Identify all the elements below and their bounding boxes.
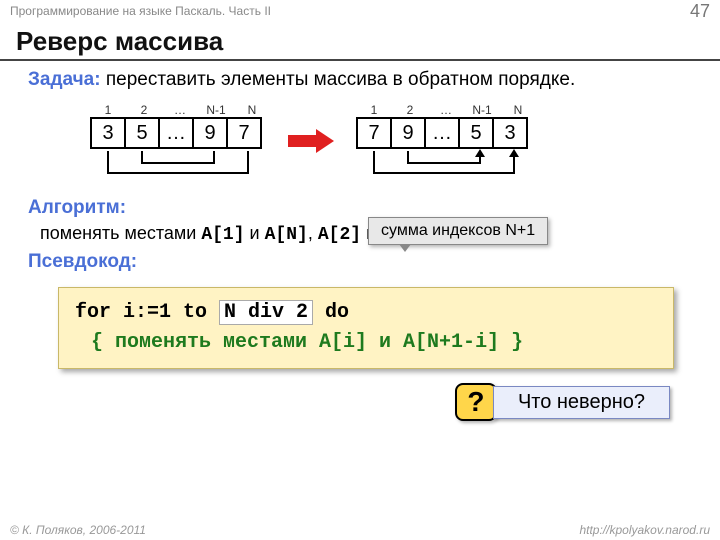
array-right: 7 9 … 5 3 (356, 117, 528, 149)
question-row: ? Что неверно? (28, 383, 670, 421)
swap-arcs-left (90, 151, 266, 183)
algo-text: поменять местами A[1] и A[N], A[2] и A[N… (40, 223, 700, 245)
idx: … (428, 103, 464, 117)
t: do (313, 301, 349, 324)
footer: © К. Поляков, 2006-2011 http://kpolyakov… (0, 523, 720, 537)
idx: N (234, 103, 270, 117)
header: Программирование на языке Паскаль. Часть… (0, 0, 720, 22)
callout: сумма индексов N+1 (368, 217, 548, 245)
code-block: for i:=1 to N div 2 do { поменять местам… (58, 287, 674, 369)
indices-right: 1 2 … N-1 N (356, 101, 536, 117)
cell: 7 (226, 117, 262, 149)
up-arrow-icon (509, 149, 519, 157)
t: A[N] (265, 225, 308, 245)
arrow-right-icon (288, 129, 338, 153)
cell: 3 (90, 117, 126, 149)
copyright: © К. Поляков, 2006-2011 (10, 523, 146, 537)
code-line-2: { поменять местами A[i] и A[N+1-i] } (91, 328, 657, 358)
cell: 7 (356, 117, 392, 149)
t: for i:=1 to (75, 301, 219, 324)
idx: 1 (90, 103, 126, 117)
cell: … (158, 117, 194, 149)
algo-label: Алгоритм: (28, 197, 700, 219)
t: , (308, 223, 318, 243)
task: Задача: переставить элементы массива в о… (28, 69, 700, 91)
t: A[1] (201, 225, 244, 245)
cell: 3 (492, 117, 528, 149)
array-left: 3 5 … 9 7 (90, 117, 262, 149)
idx: 2 (392, 103, 428, 117)
question-icon: ? (455, 383, 497, 421)
code-line-1: for i:=1 to N div 2 do (75, 298, 657, 328)
cell: … (424, 117, 460, 149)
idx: … (162, 103, 198, 117)
page-number: 47 (690, 1, 710, 22)
content: Задача: переставить элементы массива в о… (0, 61, 720, 421)
cell: 5 (124, 117, 160, 149)
indices-left: 1 2 … N-1 N (90, 101, 270, 117)
pseudo-label: Псевдокод: (28, 251, 700, 273)
cell: 9 (390, 117, 426, 149)
footer-url: http://kpolyakov.narod.ru (579, 523, 710, 537)
question-text: Что неверно? (493, 386, 670, 419)
cell: 5 (458, 117, 494, 149)
task-label: Задача: (28, 69, 101, 90)
t: A[2] (318, 225, 361, 245)
idx: N-1 (464, 103, 500, 117)
cell: 9 (192, 117, 228, 149)
code-highlight: N div 2 (219, 300, 313, 325)
t: и (245, 223, 265, 243)
up-arrow-icon (475, 149, 485, 157)
breadcrumb: Программирование на языке Паскаль. Часть… (10, 4, 271, 18)
idx: 2 (126, 103, 162, 117)
swap-arcs-right (356, 151, 532, 183)
t: поменять местами (40, 223, 201, 243)
page-title: Реверс массива (0, 22, 720, 61)
idx: N (500, 103, 536, 117)
task-text: переставить элементы массива в обратном … (101, 69, 576, 90)
idx: N-1 (198, 103, 234, 117)
idx: 1 (356, 103, 392, 117)
